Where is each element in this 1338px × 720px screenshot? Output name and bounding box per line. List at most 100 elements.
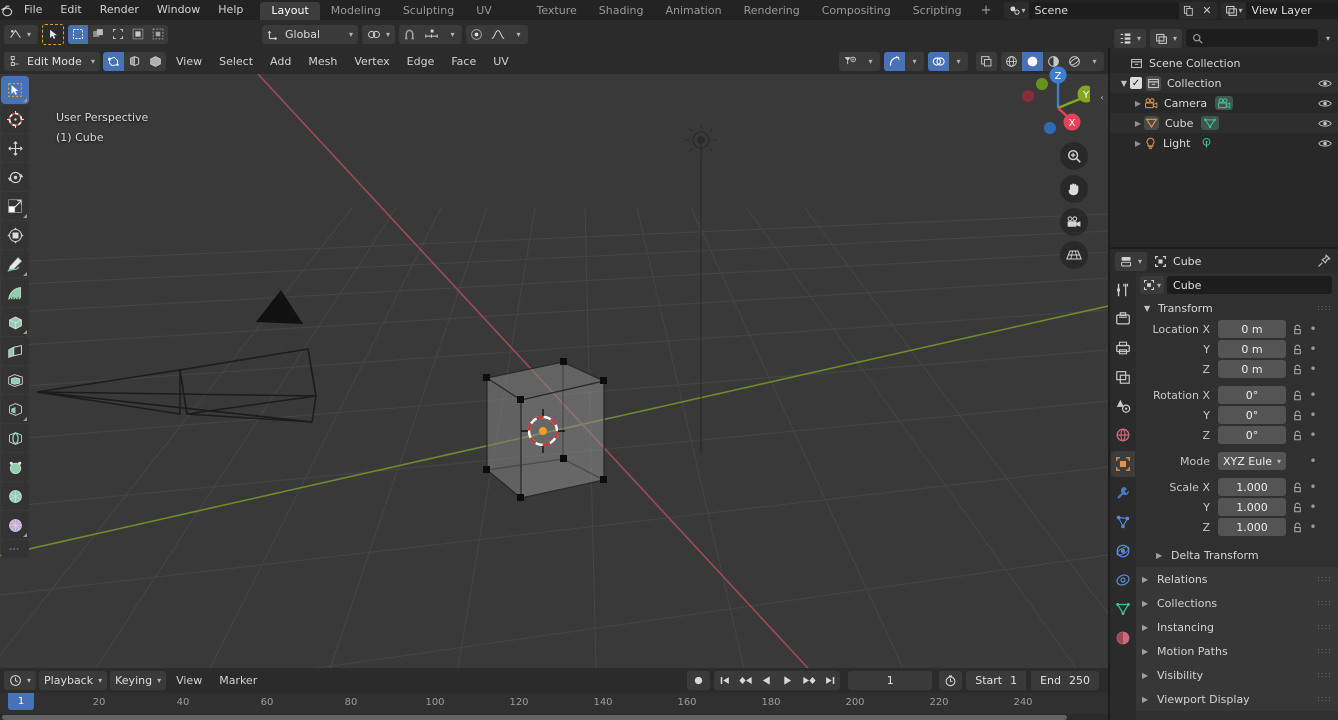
timeline-editor-type-button[interactable]: ▾ bbox=[4, 671, 37, 690]
add-cube-tool-icon[interactable] bbox=[1, 308, 29, 336]
scale-y-field[interactable]: 1.000 bbox=[1218, 498, 1286, 516]
measure-tool-icon[interactable] bbox=[1, 279, 29, 307]
rotation-y-field[interactable]: 0° bbox=[1218, 406, 1286, 424]
tweak-tool-icon[interactable] bbox=[1, 76, 29, 104]
animate-dot-icon[interactable]: • bbox=[1308, 521, 1318, 533]
gizmo-chevron-icon[interactable]: ▾ bbox=[905, 51, 924, 71]
bevel-tool-icon[interactable] bbox=[1, 395, 29, 423]
visibility-eye-icon[interactable] bbox=[1318, 138, 1332, 149]
pin-icon[interactable] bbox=[1317, 254, 1331, 268]
animate-dot-icon[interactable]: • bbox=[1308, 481, 1318, 493]
move-tool-icon[interactable] bbox=[1, 134, 29, 162]
drag-handle-icon[interactable]: :::: bbox=[1317, 575, 1332, 583]
edge-select-icon[interactable] bbox=[124, 51, 145, 71]
proportional-edit-icon[interactable] bbox=[466, 24, 488, 44]
outliner-row-scene-collection[interactable]: Scene Collection bbox=[1110, 53, 1338, 73]
section-visibility[interactable]: ▶ Visibility :::: bbox=[1136, 663, 1338, 687]
vertex-select-icon[interactable] bbox=[103, 51, 124, 71]
viewport-menu-uv[interactable]: UV bbox=[486, 52, 516, 71]
blender-logo-icon[interactable] bbox=[0, 0, 15, 20]
section-relations[interactable]: ▶ Relations :::: bbox=[1136, 567, 1338, 591]
editor-type-button[interactable]: ▾ bbox=[4, 24, 38, 44]
timeline-scrollbar[interactable] bbox=[0, 714, 1108, 720]
workspace-tab-uv-editing[interactable]: UV Editing bbox=[465, 2, 525, 35]
play-reverse-icon[interactable] bbox=[756, 671, 778, 690]
menu-file[interactable]: File bbox=[15, 0, 51, 20]
visibility-eye-icon[interactable] bbox=[1318, 78, 1332, 89]
visibility-eye-icon[interactable] bbox=[1318, 98, 1332, 109]
viewport-menu-face[interactable]: Face bbox=[444, 52, 483, 71]
zoom-icon[interactable] bbox=[1060, 142, 1088, 170]
workspace-tab-layout[interactable]: Layout bbox=[260, 2, 320, 20]
transform-tool-icon[interactable] bbox=[1, 221, 29, 249]
next-keyframe-icon[interactable] bbox=[798, 671, 820, 690]
output-tab-icon[interactable] bbox=[1111, 335, 1135, 361]
menu-edit[interactable]: Edit bbox=[51, 0, 90, 20]
workspace-tab-animation[interactable]: Animation bbox=[654, 2, 732, 20]
lock-icon[interactable] bbox=[1290, 430, 1304, 441]
drag-handle-icon[interactable]: :::: bbox=[1317, 599, 1332, 607]
toggle-perspective-icon[interactable] bbox=[1060, 241, 1088, 269]
end-frame-field[interactable]: End 250 bbox=[1031, 671, 1099, 690]
modifier-tab-icon[interactable] bbox=[1111, 480, 1135, 506]
location-z-field[interactable]: 0 m bbox=[1218, 360, 1286, 378]
scale-x-field[interactable]: 1.000 bbox=[1218, 478, 1286, 496]
animate-dot-icon[interactable]: • bbox=[1308, 409, 1318, 421]
workspace-tab-scripting[interactable]: Scripting bbox=[902, 2, 973, 20]
object-id-icon[interactable]: ▾ bbox=[1140, 276, 1165, 294]
viewport-menu-edge[interactable]: Edge bbox=[400, 52, 442, 71]
add-workspace-button[interactable]: + bbox=[973, 2, 1000, 20]
workspace-tab-sculpting[interactable]: Sculpting bbox=[392, 2, 465, 20]
scale-tool-icon[interactable] bbox=[1, 192, 29, 220]
workspace-tab-rendering[interactable]: Rendering bbox=[733, 2, 811, 20]
animate-dot-icon[interactable]: • bbox=[1308, 429, 1318, 441]
overlays-icon[interactable] bbox=[928, 51, 949, 71]
object-tab-icon[interactable] bbox=[1111, 451, 1135, 477]
select-box-icon[interactable] bbox=[68, 24, 88, 44]
inset-faces-tool-icon[interactable] bbox=[1, 366, 29, 394]
scene-datablock[interactable]: ▾ Scene ✕ bbox=[1003, 1, 1217, 19]
drag-handle-icon[interactable]: :::: bbox=[1317, 695, 1332, 703]
outliner-row-cube[interactable]: ▶ Cube bbox=[1110, 113, 1338, 133]
outliner-search-input[interactable] bbox=[1186, 29, 1318, 47]
select-lasso-alt-icon[interactable] bbox=[148, 24, 168, 44]
lock-icon[interactable] bbox=[1290, 344, 1304, 355]
location-x-field[interactable]: 0 m bbox=[1218, 320, 1286, 338]
visibility-eye-icon[interactable] bbox=[1318, 118, 1332, 129]
timeline-menu-marker[interactable]: Marker bbox=[212, 671, 264, 690]
location-y-field[interactable]: 0 m bbox=[1218, 340, 1286, 358]
lock-icon[interactable] bbox=[1290, 324, 1304, 335]
scale-z-field[interactable]: 1.000 bbox=[1218, 518, 1286, 536]
tool-tab-icon[interactable] bbox=[1111, 277, 1135, 303]
viewport-menu-mesh[interactable]: Mesh bbox=[301, 52, 344, 71]
menu-render[interactable]: Render bbox=[91, 0, 148, 20]
knife-tool-icon[interactable] bbox=[1, 453, 29, 481]
section-instancing[interactable]: ▶ Instancing :::: bbox=[1136, 615, 1338, 639]
disclosure-triangle-right-icon[interactable]: ▶ bbox=[1132, 139, 1144, 148]
disclosure-triangle-right-icon[interactable]: ▶ bbox=[1142, 575, 1150, 584]
light-data-icon[interactable] bbox=[1198, 136, 1215, 151]
scene-name[interactable]: Scene bbox=[1028, 1, 1179, 19]
face-select-icon[interactable] bbox=[145, 51, 166, 71]
viewport-canvas[interactable]: User Perspective (1) Cube bbox=[0, 74, 1108, 668]
xray-toggle-icon[interactable] bbox=[976, 51, 997, 71]
play-icon[interactable] bbox=[777, 671, 799, 690]
lock-icon[interactable] bbox=[1290, 364, 1304, 375]
smooth-tool-icon[interactable] bbox=[1, 540, 29, 558]
sidebar-toggle-button[interactable]: ‹ bbox=[1097, 86, 1107, 108]
overlays-chevron-icon[interactable]: ▾ bbox=[949, 51, 968, 71]
scene-tab-icon[interactable] bbox=[1111, 393, 1135, 419]
animate-dot-icon[interactable]: • bbox=[1308, 363, 1318, 375]
outliner-row-light[interactable]: ▶ Light bbox=[1110, 133, 1338, 153]
workspace-tab-texture-paint[interactable]: Texture Paint bbox=[526, 2, 588, 35]
animate-dot-icon[interactable]: • bbox=[1308, 389, 1318, 401]
delta-transform-subpanel-header[interactable]: ▶ Delta Transform bbox=[1136, 543, 1338, 567]
view-layer-icon[interactable]: ▾ bbox=[1220, 1, 1246, 19]
camera-view-icon[interactable] bbox=[1060, 208, 1088, 236]
falloff-chevron-icon[interactable]: ▾ bbox=[509, 24, 529, 44]
timeline-ruler[interactable]: 1 20 40 60 80 100 120 140 160 180 200 22… bbox=[0, 693, 1108, 714]
current-frame-field[interactable]: 1 bbox=[848, 671, 933, 690]
select-lasso-icon[interactable] bbox=[108, 24, 128, 44]
snap-increment-icon[interactable] bbox=[420, 24, 444, 44]
disclosure-triangle-right-icon[interactable]: ▶ bbox=[1132, 99, 1144, 108]
